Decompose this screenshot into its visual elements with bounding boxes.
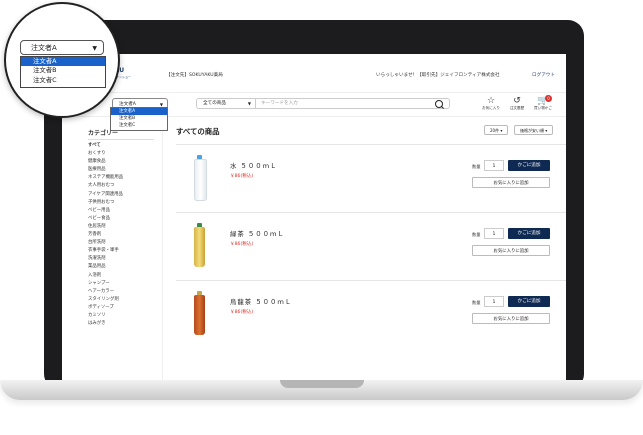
search-input[interactable]: キーワードを入力 [261,99,298,109]
sidebar-item[interactable]: アイケア関連用品 [88,191,123,199]
product-price: ￥86(税込) [230,310,254,315]
logout-link[interactable]: ログアウト [532,72,555,78]
sidebar-item[interactable]: はみがき [88,320,123,328]
per-page-select[interactable]: 20件 ▾ [484,125,509,135]
orderer-option[interactable]: 注文者B [111,115,167,122]
browser-screen: AKUンラインショー 【注文先】SOKUYAKU薬局 いらっしゃいませ！【取引先… [62,54,566,380]
site-header: AKUンラインショー 【注文先】SOKUYAKU薬局 いらっしゃいませ！【取引先… [62,54,566,93]
orderer-option[interactable]: 注文者A [111,108,167,115]
sidebar-item[interactable]: ボディソープ [88,304,123,312]
product-row: 烏龍茶 ５００ｍＬ ￥86(税込) 数量 1 かごに追加 お気に入りに追加 [176,280,566,349]
sidebar-item[interactable]: 大人用おむつ [88,182,123,190]
orderer-option[interactable]: 注文者B [21,66,105,75]
category-sidebar: カテゴリー すべて おくすり 健康食品 医療用品 ネステア機能用品 大人用おむつ… [62,116,163,380]
orderer-option[interactable]: 注文者C [111,122,167,129]
zoom-callout: 注文者A ▼ 注文者A 注文者B 注文者C [4,2,120,118]
product-row: 緑茶 ５００ｍＬ ￥86(税込) 数量 1 かごに追加 お気に入りに追加 [176,212,566,281]
add-favorite-button[interactable]: お気に入りに追加 [472,313,550,324]
orderer-option[interactable]: 注文者C [21,76,105,85]
orderer-option[interactable]: 注文者A [21,57,105,67]
add-to-cart-button[interactable]: かごに追加 [508,296,550,307]
page-title: すべての商品 [176,127,220,136]
sidebar-item[interactable]: ベビー食品 [88,215,123,223]
sidebar-item[interactable]: 子供用おむつ [88,199,123,207]
history-icon: ↺ [513,96,521,106]
sidebar-divider [88,139,154,140]
add-favorite-button[interactable]: お気に入りに追加 [472,177,550,188]
favorites-button[interactable]: ☆ お気に入り [480,96,502,111]
sidebar-item[interactable]: 住居洗剤 [88,223,123,231]
sidebar-item[interactable]: スタイリング剤 [88,296,123,304]
product-name[interactable]: 水 ５００ｍＬ [230,161,277,170]
add-to-cart-button[interactable]: かごに追加 [508,160,550,171]
product-image[interactable] [194,159,207,201]
sidebar-item[interactable]: ネステア機能用品 [88,174,123,182]
sidebar-item[interactable]: カミソリ [88,312,123,320]
orderer-select-zoomed[interactable]: 注文者A ▼ [20,40,104,55]
search-icon[interactable] [435,100,443,108]
product-price: ￥86(税込) [230,242,254,247]
category-select[interactable]: 全ての商品 ▼ [203,99,256,108]
sidebar-item[interactable]: すべて [88,142,123,150]
quantity-label: 数量 [472,300,481,305]
category-list: すべて おくすり 健康食品 医療用品 ネステア機能用品 大人用おむつ アイケア関… [88,142,123,328]
welcome-text: いらっしゃいませ！【取引先】ジェイフロンティア株式会社 [376,73,500,78]
search-box: 全ての商品 ▼ キーワードを入力 [196,98,450,109]
orderer-dropdown-list: 注文者A 注文者B 注文者C [110,107,168,131]
cart-count-badge: 0 [545,95,552,102]
chevron-down-icon: ▼ [247,101,251,106]
quantity-label: 数量 [472,164,481,169]
star-icon: ☆ [486,96,496,106]
add-to-cart-button[interactable]: かごに追加 [508,228,550,239]
sidebar-item[interactable]: 洗濯洗剤 [88,255,123,263]
product-image[interactable] [194,295,205,335]
quantity-label: 数量 [472,232,481,237]
sidebar-item[interactable]: 業品用品 [88,263,123,271]
sidebar-item[interactable]: 健康食品 [88,158,123,166]
quantity-input[interactable]: 1 [484,160,504,171]
sidebar-item[interactable]: ベビー用品 [88,207,123,215]
sidebar-item[interactable]: 台所洗剤 [88,239,123,247]
product-price: ￥86(税込) [230,174,254,179]
orderer-dropdown-zoomed: 注文者A 注文者B 注文者C [20,56,106,88]
add-favorite-button[interactable]: お気に入りに追加 [472,245,550,256]
product-row: 水 ５００ｍＬ ￥86(税込) 数量 1 かごに追加 お気に入りに追加 [176,144,566,213]
cart-button[interactable]: 🛒 0 買い物かご [532,95,554,111]
sort-select[interactable]: 価格が安い順 ▾ [514,125,554,135]
product-name[interactable]: 緑茶 ５００ｍＬ [230,229,285,238]
sidebar-item[interactable]: 入浴剤 [88,272,123,280]
product-name[interactable]: 烏龍茶 ５００ｍＬ [230,297,292,306]
laptop-notch [280,380,364,388]
sidebar-item[interactable]: 医療用品 [88,166,123,174]
history-button[interactable]: ↺ 注文履歴 [506,96,528,111]
order-destination: 【注文先】SOKUYAKU薬局 [166,73,223,78]
sidebar-item[interactable]: 芳香剤 [88,231,123,239]
sidebar-item[interactable]: おくすり [88,150,123,158]
quantity-input[interactable]: 1 [484,296,504,307]
quantity-input[interactable]: 1 [484,228,504,239]
chevron-down-icon: ▼ [92,45,97,52]
sidebar-item[interactable]: ヘアーカラー [88,288,123,296]
product-image[interactable] [194,227,205,267]
sidebar-item[interactable]: シャンプー [88,280,123,288]
sidebar-item[interactable]: 衣事手袋・軍手 [88,247,123,255]
